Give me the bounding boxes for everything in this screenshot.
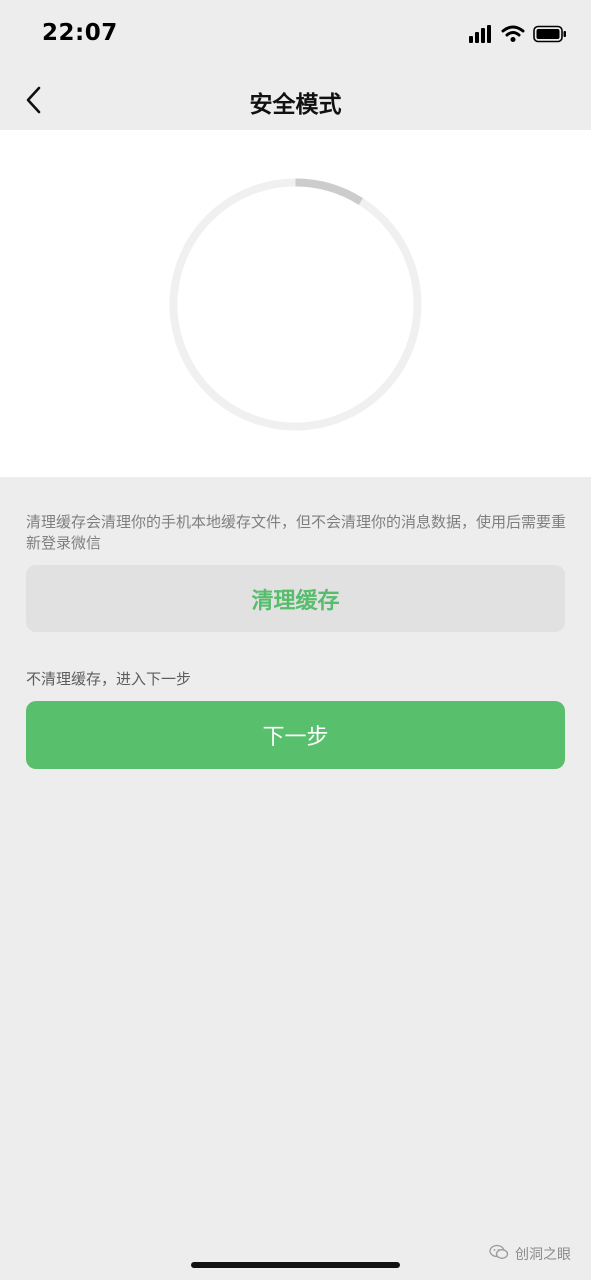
watermark-text: 创洞之眼 <box>515 1247 571 1263</box>
wifi-icon <box>501 25 525 47</box>
page-title: 安全模式 <box>249 92 342 118</box>
watermark: 创洞之眼 <box>489 1244 571 1264</box>
status-time: 22:07 <box>42 20 118 46</box>
skip-description: 不清理缓存，进入下一步 <box>26 670 192 688</box>
nav-bar: 安全模式 <box>0 72 591 130</box>
clear-cache-description: 清理缓存会清理你的手机本地缓存文件，但不会清理你的消息数据，使用后需要重新登录微… <box>26 513 567 552</box>
status-icons <box>469 24 567 48</box>
progress-ring <box>169 178 422 431</box>
progress-track <box>169 178 422 431</box>
wechat-icon <box>489 1244 509 1264</box>
safe-mode-screen: 22:07 安全模式 清理缓存会清理你的手机本地缓存文件，但不会清理你的消息数据… <box>0 0 591 1280</box>
next-step-button[interactable]: 下一步 <box>26 701 565 769</box>
status-bar: 22:07 <box>0 0 591 72</box>
home-indicator[interactable] <box>191 1262 400 1268</box>
battery-icon <box>533 25 567 47</box>
signal-icon <box>469 25 493 47</box>
progress-panel <box>0 130 591 477</box>
clear-cache-button[interactable]: 清理缓存 <box>26 565 565 632</box>
